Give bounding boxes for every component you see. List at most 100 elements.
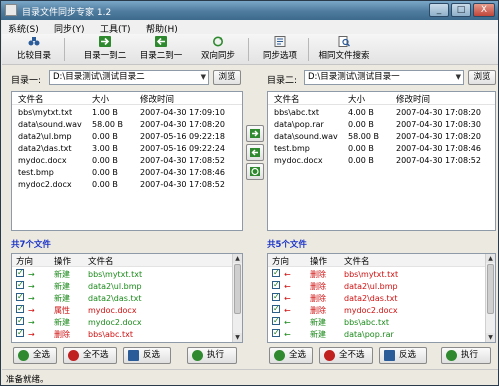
scroll-down-icon[interactable]: ▼: [486, 333, 495, 342]
sync-options-button[interactable]: 同步选项: [258, 36, 302, 63]
op-op: 新建: [310, 318, 326, 327]
op-row[interactable]: ← 删除 data2\das.txt: [268, 291, 495, 305]
copy-left-button[interactable]: [246, 144, 264, 161]
file-row[interactable]: test.bmp 0.00 B 2007-04-30 17:08:46: [12, 167, 242, 179]
copy-right-button[interactable]: [246, 125, 264, 142]
file-row[interactable]: data2\ul.bmp 0.00 B 2007-05-16 09:22:18: [12, 131, 242, 143]
op-row[interactable]: ← 新建 data\pop.rar: [268, 327, 495, 341]
left-execute-button[interactable]: 执行: [187, 347, 237, 364]
op-name: bbs\mytxt.txt: [88, 270, 143, 279]
op-name: mydoc2.docx: [344, 306, 398, 315]
op-row[interactable]: → 删除 bbs\abc.txt: [12, 327, 242, 341]
dir-one-to-two-button[interactable]: 目录一到二: [80, 36, 130, 63]
right-browse-button[interactable]: 浏览: [468, 70, 496, 85]
right-dir-combo[interactable]: D:\目录测试\测试目录一 ▼: [304, 70, 464, 85]
op-row[interactable]: → 新建 data2\das.txt: [12, 291, 242, 305]
file-row[interactable]: mydoc.docx 0.00 B 2007-04-30 17:08:52: [268, 155, 495, 167]
op-checkbox[interactable]: [272, 291, 280, 303]
toolbar: 比较目录 目录一到二 目录二到一 双向同步 同步选项 相同文件搜索: [2, 34, 498, 65]
op-checkbox[interactable]: [16, 291, 24, 303]
op-checkbox[interactable]: [16, 327, 24, 339]
op-checkbox[interactable]: [272, 303, 280, 315]
file-row[interactable]: data\sound.wav 58.00 B 2007-04-30 17:08:20: [12, 119, 242, 131]
op-row[interactable]: → 属性 mydoc.docx: [12, 303, 242, 317]
op-checkbox[interactable]: [16, 279, 24, 291]
scroll-thumb[interactable]: [234, 264, 241, 314]
left-op-list[interactable]: 方向 操作 文件名 → 新建 bbs\mytxt.txt → 新建 data2\ul.bm…: [11, 253, 243, 343]
op-row[interactable]: ← 删除 data2\ul.bmp: [268, 279, 495, 293]
file-row[interactable]: bbs\abc.txt 4.00 B 2007-04-30 17:08:20: [268, 107, 495, 119]
file-row[interactable]: data\sound.wav 58.00 B 2007-04-30 17:08:20: [268, 131, 495, 143]
op-checkbox[interactable]: [16, 267, 24, 279]
right-file-list[interactable]: 文件名 大小 修改时间 bbs\abc.txt 4.00 B 2007-04-30 …: [267, 91, 496, 231]
file-time: 2007-04-30 17:09:10: [140, 108, 225, 117]
file-row[interactable]: bbs\mytxt.txt 1.00 B 2007-04-30 17:09:10: [12, 107, 242, 119]
op-checkbox[interactable]: [272, 315, 280, 327]
cross-icon: [324, 350, 335, 361]
compare-dirs-button[interactable]: 比较目录: [12, 36, 56, 63]
op-row[interactable]: → 新建 mydoc2.docx: [12, 315, 242, 329]
left-browse-button[interactable]: 浏览: [213, 70, 241, 85]
search-file-icon: [338, 36, 350, 47]
main-window: 目录文件同步专家 1.2 _ □ X 系统(S) 同步(Y) 工具(T) 帮助(…: [0, 0, 499, 386]
left-dir-combo[interactable]: D:\目录测试\测试目录二 ▼: [49, 70, 209, 85]
op-row[interactable]: ← 删除 bbs\mytxt.txt: [268, 267, 495, 281]
op-row[interactable]: ← 新建 bbs\abc.txt: [268, 315, 495, 329]
scroll-up-icon[interactable]: ▲: [486, 254, 495, 263]
file-row[interactable]: mydoc.docx 0.00 B 2007-04-30 17:08:52: [12, 155, 242, 167]
scroll-up-icon[interactable]: ▲: [233, 254, 242, 263]
op-dir: →: [28, 270, 35, 279]
sync-both-button[interactable]: [246, 163, 264, 180]
title-bar[interactable]: 目录文件同步专家 1.2 _ □ X: [1, 1, 498, 20]
right-op-list[interactable]: 方向 操作 文件名 ← 删除 bbs\mytxt.txt ← 删除 data2\ul.bm…: [267, 253, 496, 343]
op-dir: →: [28, 294, 35, 303]
op-dir: →: [28, 282, 35, 291]
two-way-sync-button[interactable]: 双向同步: [195, 36, 241, 63]
op-checkbox[interactable]: [16, 303, 24, 315]
left-op-scrollbar[interactable]: ▲ ▼: [232, 254, 242, 342]
op-op: 新建: [54, 318, 70, 327]
same-file-search-button[interactable]: 相同文件搜索: [314, 36, 374, 63]
right-execute-button[interactable]: 执行: [441, 347, 491, 364]
op-row[interactable]: → 新建 bbs\mytxt.txt: [12, 267, 242, 281]
file-row[interactable]: data2\das.txt 3.00 B 2007-05-16 09:22:24: [12, 143, 242, 155]
file-row[interactable]: data\pop.rar 0.00 B 2007-04-30 17:08:30: [268, 119, 495, 131]
op-op: 删除: [310, 282, 326, 291]
right-op-scrollbar[interactable]: ▲ ▼: [485, 254, 495, 342]
toolbar-separator: [248, 38, 249, 61]
left-file-list[interactable]: 文件名 大小 修改时间 bbs\mytxt.txt 1.00 B 2007-04-3…: [11, 91, 243, 231]
op-checkbox[interactable]: [272, 279, 280, 291]
minimize-button[interactable]: _: [429, 3, 449, 17]
op-op: 新建: [54, 294, 70, 303]
op-name: data2\das.txt: [88, 294, 142, 303]
op-name: mydoc2.docx: [88, 318, 142, 327]
left-invert-button[interactable]: 反选: [123, 347, 171, 364]
op-checkbox[interactable]: [272, 267, 280, 279]
scroll-thumb[interactable]: [487, 264, 494, 314]
menu-bar: 系统(S) 同步(Y) 工具(T) 帮助(H): [2, 20, 498, 35]
op-row[interactable]: ← 删除 mydoc2.docx: [268, 303, 495, 317]
op-row[interactable]: → 新建 data2\ul.bmp: [12, 279, 242, 293]
file-size: 1.00 B: [92, 108, 118, 117]
file-size: 0.00 B: [348, 120, 374, 129]
op-checkbox[interactable]: [272, 327, 280, 339]
left-select-none-button[interactable]: 全不选: [63, 347, 117, 364]
right-invert-button[interactable]: 反选: [379, 347, 427, 364]
maximize-button[interactable]: □: [451, 3, 471, 17]
file-size: 4.00 B: [348, 108, 374, 117]
file-name: data\sound.wav: [274, 132, 338, 141]
right-select-none-button[interactable]: 全不选: [319, 347, 373, 364]
dir-two-to-one-button[interactable]: 目录二到一: [136, 36, 186, 63]
scroll-down-icon[interactable]: ▼: [233, 333, 242, 342]
left-select-all-button[interactable]: 全选: [13, 347, 57, 364]
file-size: 58.00 B: [92, 120, 123, 129]
file-row[interactable]: mydoc2.docx 0.00 B 2007-04-30 17:08:52: [12, 179, 242, 191]
right-file-list-header: 文件名 大小 修改时间: [268, 92, 495, 105]
op-name: data2\ul.bmp: [344, 282, 398, 291]
op-checkbox[interactable]: [16, 315, 24, 327]
right-select-all-button[interactable]: 全选: [269, 347, 313, 364]
file-time: 2007-04-30 17:08:20: [396, 108, 481, 117]
close-button[interactable]: X: [473, 3, 495, 17]
file-row[interactable]: test.bmp 0.00 B 2007-04-30 17:08:46: [268, 143, 495, 155]
status-bar: 准备就绪。: [2, 369, 498, 385]
